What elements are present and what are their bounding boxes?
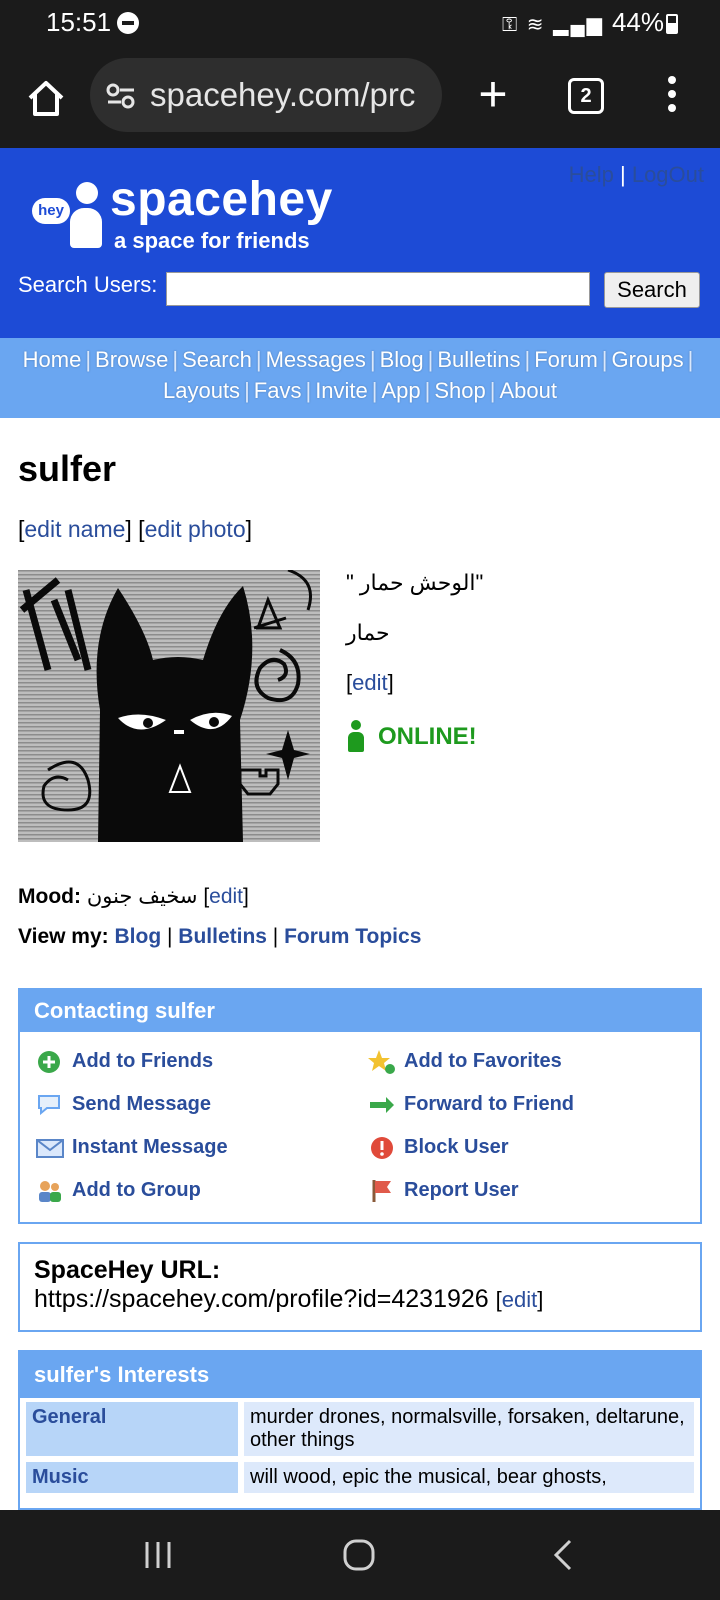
block-user-link[interactable]: Block User xyxy=(368,1132,509,1162)
nav-groups[interactable]: Groups xyxy=(611,347,683,372)
edit-bio-link[interactable]: edit xyxy=(352,670,387,695)
search-users-input[interactable] xyxy=(166,272,590,306)
speech-bubble-icon xyxy=(38,1094,60,1115)
contacting-box: Contacting sulfer Add to Friends Add to … xyxy=(18,988,702,1224)
envelope-icon xyxy=(36,1138,64,1158)
view-blog-link[interactable]: Blog xyxy=(115,925,162,948)
instant-message-link[interactable]: Instant Message xyxy=(36,1132,228,1162)
status-bar: 15:51 ⚿ ≋ ▂▄▆ 44% xyxy=(0,0,720,46)
view-my-label: View my: xyxy=(18,925,109,948)
nav-blog[interactable]: Blog xyxy=(380,347,424,372)
spacehey-url-title: SpaceHey URL: xyxy=(34,1256,221,1284)
profile-name: sulfer xyxy=(18,448,117,489)
edit-mood-link[interactable]: edit xyxy=(209,885,243,908)
block-icon xyxy=(371,1136,393,1159)
nav-favs[interactable]: Favs xyxy=(254,378,302,403)
nav-messages[interactable]: Messages xyxy=(266,347,366,372)
interests-title: sulfer's Interests xyxy=(20,1352,700,1398)
nav-invite[interactable]: Invite xyxy=(315,378,368,403)
view-forum-topics-link[interactable]: Forum Topics xyxy=(284,925,421,948)
add-friend-icon xyxy=(38,1050,60,1073)
contacting-title: Contacting sulfer xyxy=(20,990,700,1032)
send-message-link[interactable]: Send Message xyxy=(36,1089,211,1119)
report-user-link[interactable]: Report User xyxy=(368,1175,518,1205)
headline: " الوحش حمار" xyxy=(346,570,484,595)
logo-bubble: hey xyxy=(32,198,70,224)
subline: حمار xyxy=(346,620,390,645)
nav-bulletins[interactable]: Bulletins xyxy=(437,347,520,372)
edit-url-link[interactable]: edit xyxy=(502,1287,537,1312)
mood-label: Mood: xyxy=(18,885,81,908)
nav-shop[interactable]: Shop xyxy=(434,378,485,403)
site-settings-icon[interactable] xyxy=(106,82,136,110)
nav-search[interactable]: Search xyxy=(182,347,252,372)
add-to-friends-link[interactable]: Add to Friends xyxy=(36,1046,213,1076)
interests-table: General murder drones, normalsville, for… xyxy=(20,1396,700,1499)
table-row: Music will wood, epic the musical, bear … xyxy=(26,1462,694,1493)
browser-toolbar: spacehey.com/prc + 2 xyxy=(0,46,720,148)
battery-percent: 44% xyxy=(611,7,664,37)
logout-link[interactable]: LogOut xyxy=(632,162,704,187)
spacehey-url-box: SpaceHey URL: https://spacehey.com/profi… xyxy=(18,1242,702,1332)
nav-layouts[interactable]: Layouts xyxy=(163,378,240,403)
profile-photo[interactable] xyxy=(18,570,320,842)
back-icon[interactable] xyxy=(550,1538,576,1572)
nav-home[interactable]: Home xyxy=(23,347,82,372)
more-menu-icon[interactable] xyxy=(668,76,678,116)
profile-url[interactable]: https://spacehey.com/profile?id=4231926 xyxy=(34,1285,489,1313)
nav-browse[interactable]: Browse xyxy=(95,347,168,372)
url-text: spacehey.com/prc xyxy=(150,76,416,113)
online-status: ONLINE! xyxy=(346,720,696,754)
site-header: Help | LogOut hey spacehey a space for f… xyxy=(0,148,720,338)
interests-box: sulfer's Interests General murder drones… xyxy=(18,1350,702,1510)
clock: 15:51 xyxy=(46,7,112,37)
system-navigation-bar xyxy=(0,1510,720,1600)
view-bulletins-link[interactable]: Bulletins xyxy=(178,925,267,948)
add-to-group-link[interactable]: Add to Group xyxy=(36,1175,201,1205)
favorite-star-icon xyxy=(368,1049,395,1074)
main-nav: Home | Browse | Search | Messages | Blog | Bulleti… xyxy=(0,338,720,418)
recent-apps-icon[interactable] xyxy=(142,1540,174,1570)
nav-about[interactable]: About xyxy=(499,378,557,403)
home-icon[interactable] xyxy=(24,76,68,120)
logo-person-icon xyxy=(76,182,98,204)
nav-app[interactable]: App xyxy=(382,378,421,403)
forward-to-friend-link[interactable]: Forward to Friend xyxy=(368,1089,574,1119)
interest-key: General xyxy=(26,1402,238,1456)
address-bar[interactable]: spacehey.com/prc xyxy=(90,58,442,132)
edit-photo-link[interactable]: edit photo xyxy=(145,516,246,542)
spacehey-logo[interactable]: hey spacehey a space for friends xyxy=(30,173,360,266)
do-not-disturb-icon xyxy=(117,12,139,34)
tagline: a space for friends xyxy=(114,228,310,253)
brand-name: spacehey xyxy=(110,173,333,226)
header-links: Help | LogOut xyxy=(568,162,704,187)
arrow-right-icon xyxy=(370,1096,394,1113)
key-wifi-signal-icons: ⚿ ≋ ▂▄▆ xyxy=(502,14,605,36)
profile-bio: " الوحش حمار" حمار [edit] ONLINE! xyxy=(346,570,696,754)
battery-icon xyxy=(666,14,678,34)
search-button[interactable]: Search xyxy=(604,272,700,308)
interest-key: Music xyxy=(26,1462,238,1493)
flag-icon xyxy=(372,1179,391,1202)
mood-line: Mood: سخيف جنون [edit] xyxy=(18,885,249,908)
edit-links: [edit name] [edit photo] xyxy=(18,516,252,542)
group-icon xyxy=(39,1180,61,1202)
table-row: General murder drones, normalsville, for… xyxy=(26,1402,694,1456)
interest-value: will wood, epic the musical, bear ghosts… xyxy=(244,1462,694,1493)
home-button-icon[interactable] xyxy=(342,1538,376,1572)
add-to-favorites-link[interactable]: Add to Favorites xyxy=(368,1046,562,1076)
search-users-label: Search Users: xyxy=(18,272,158,297)
online-text: ONLINE! xyxy=(378,723,477,750)
new-tab-icon[interactable]: + xyxy=(472,69,514,119)
nav-forum[interactable]: Forum xyxy=(534,347,598,372)
tab-switcher-button[interactable]: 2 xyxy=(568,78,604,114)
interest-value: murder drones, normalsville, forsaken, d… xyxy=(244,1402,694,1456)
mood-value: سخيف جنون xyxy=(86,885,198,908)
help-link[interactable]: Help xyxy=(569,162,614,187)
edit-name-link[interactable]: edit name xyxy=(24,516,125,542)
view-my-line: View my: Blog | Bulletins | Forum Topics xyxy=(18,925,422,948)
online-person-icon xyxy=(346,720,366,754)
